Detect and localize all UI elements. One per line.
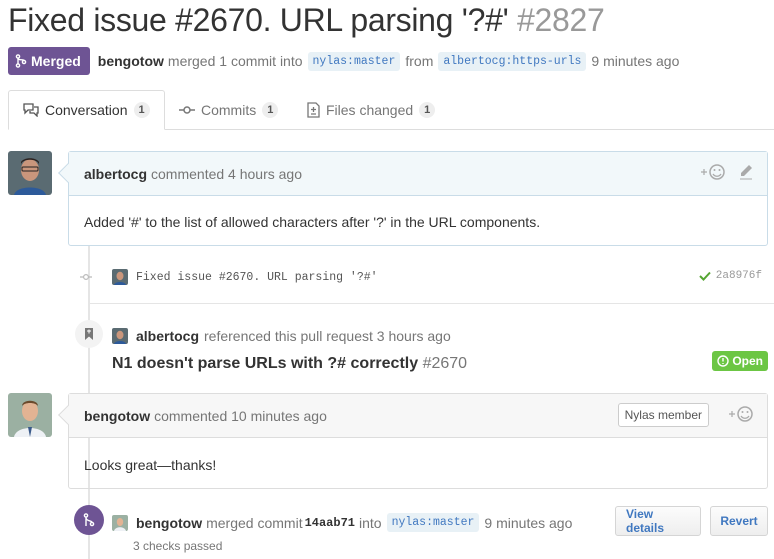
tab-commits[interactable]: Commits 1 [165, 90, 292, 130]
comment-body: Looks great—thanks! [84, 457, 217, 473]
pencil-icon[interactable] [739, 164, 753, 185]
pr-meta: Merged bengotow merged 1 commit into nyl… [8, 46, 679, 76]
merge-event: bengotow merged commit 14aab71 into nyla… [112, 513, 572, 532]
issue-state-label: Open [732, 354, 763, 368]
merged-label: Merged [31, 53, 81, 69]
reference-action: referenced this pull request 3 hours ago [204, 328, 451, 344]
commit-sha: 2a8976f [699, 270, 762, 282]
avatar[interactable] [112, 514, 128, 531]
checks-status: 3 checks passed [133, 539, 223, 553]
commit-sha-link[interactable]: 2a8976f [716, 270, 762, 282]
timeline-divider [88, 303, 774, 304]
merge-action: merged commit [206, 514, 303, 531]
comment-header: bengotow commented 10 minutes ago Nylas … [69, 394, 767, 438]
merge-commit-sha[interactable]: 14aab71 [305, 516, 355, 530]
view-details-button[interactable]: View details [615, 506, 701, 536]
git-commit-icon [179, 106, 195, 114]
comment-body: Added '#' to the list of allowed charact… [84, 214, 541, 230]
pr-title: Fixed issue #2670. URL parsing '?#' #282… [8, 2, 605, 39]
pr-title-text: Fixed issue #2670. URL parsing '?#' [8, 2, 509, 38]
comment-author[interactable]: albertocg [84, 166, 147, 182]
tab-conversation[interactable]: Conversation 1 [8, 90, 165, 130]
add-reaction-icon[interactable] [699, 164, 725, 185]
git-commit-icon [80, 272, 92, 282]
referenced-issue-number[interactable]: #2670 [423, 355, 468, 372]
commit-event: Fixed issue #2670. URL parsing '?#' 2a89… [80, 262, 768, 292]
merge-base-branch[interactable]: nylas:master [386, 513, 480, 532]
meta-action: merged 1 commit into [167, 53, 303, 69]
comment-actions [727, 406, 753, 427]
issue-state-badge: Open [712, 351, 768, 371]
referenced-issue-title[interactable]: N1 doesn't parse URLs with ?# correctly [112, 355, 418, 372]
referenced-issue[interactable]: N1 doesn't parse URLs with ?# correctly … [112, 355, 467, 373]
head-branch[interactable]: albertocg:https-urls [438, 51, 587, 71]
comment-discussion-icon [23, 103, 39, 117]
meta-time: 9 minutes ago [591, 53, 680, 69]
avatar[interactable] [112, 328, 128, 344]
merge-time[interactable]: 9 minutes ago [484, 515, 572, 531]
issue-opened-icon [717, 355, 730, 367]
git-merge-icon [15, 54, 27, 68]
tab-label: Commits [201, 102, 257, 118]
comment-timestamp[interactable]: commented 4 hours ago [151, 166, 302, 182]
comment-albertocg: albertocg commented 4 hours ago Added '#… [58, 151, 768, 246]
comment-actions [699, 164, 753, 185]
comment-bengotow: bengotow commented 10 minutes ago Nylas … [58, 393, 768, 489]
tab-files-changed[interactable]: Files changed 1 [293, 90, 449, 130]
tab-counter: 1 [262, 102, 279, 118]
reference-event: albertocg referenced this pull request 3… [112, 328, 451, 344]
base-branch[interactable]: nylas:master [307, 51, 401, 71]
tab-label: Files changed [326, 102, 414, 118]
avatar[interactable] [112, 269, 128, 285]
meta-from: from [405, 53, 434, 69]
diff-icon [307, 102, 320, 118]
merged-state-badge: Merged [8, 47, 90, 75]
tab-counter: 1 [133, 102, 150, 118]
add-reaction-icon[interactable] [727, 406, 753, 427]
meta-author-link[interactable]: bengotow [98, 53, 164, 69]
tab-counter: 1 [419, 102, 436, 118]
tab-label: Conversation [45, 102, 128, 118]
revert-button[interactable]: Revert [710, 506, 768, 536]
member-badge: Nylas member [617, 403, 709, 427]
pr-number: #2827 [516, 2, 605, 38]
merge-into: into [359, 514, 382, 531]
commit-message-link[interactable]: Fixed issue #2670. URL parsing '?#' [136, 271, 378, 284]
comment-timestamp[interactable]: commented 10 minutes ago [154, 408, 327, 424]
check-icon[interactable] [699, 271, 711, 281]
comment-header: albertocg commented 4 hours ago [69, 152, 767, 196]
reference-author[interactable]: albertocg [136, 328, 199, 344]
comment-author[interactable]: bengotow [84, 408, 150, 424]
git-merge-icon [74, 505, 104, 535]
avatar[interactable] [8, 393, 52, 437]
avatar[interactable] [8, 151, 52, 195]
merge-author[interactable]: bengotow [136, 515, 202, 531]
bookmark-icon [75, 320, 103, 348]
pr-tabs: Conversation 1 Commits 1 Files changed 1 [8, 90, 774, 130]
